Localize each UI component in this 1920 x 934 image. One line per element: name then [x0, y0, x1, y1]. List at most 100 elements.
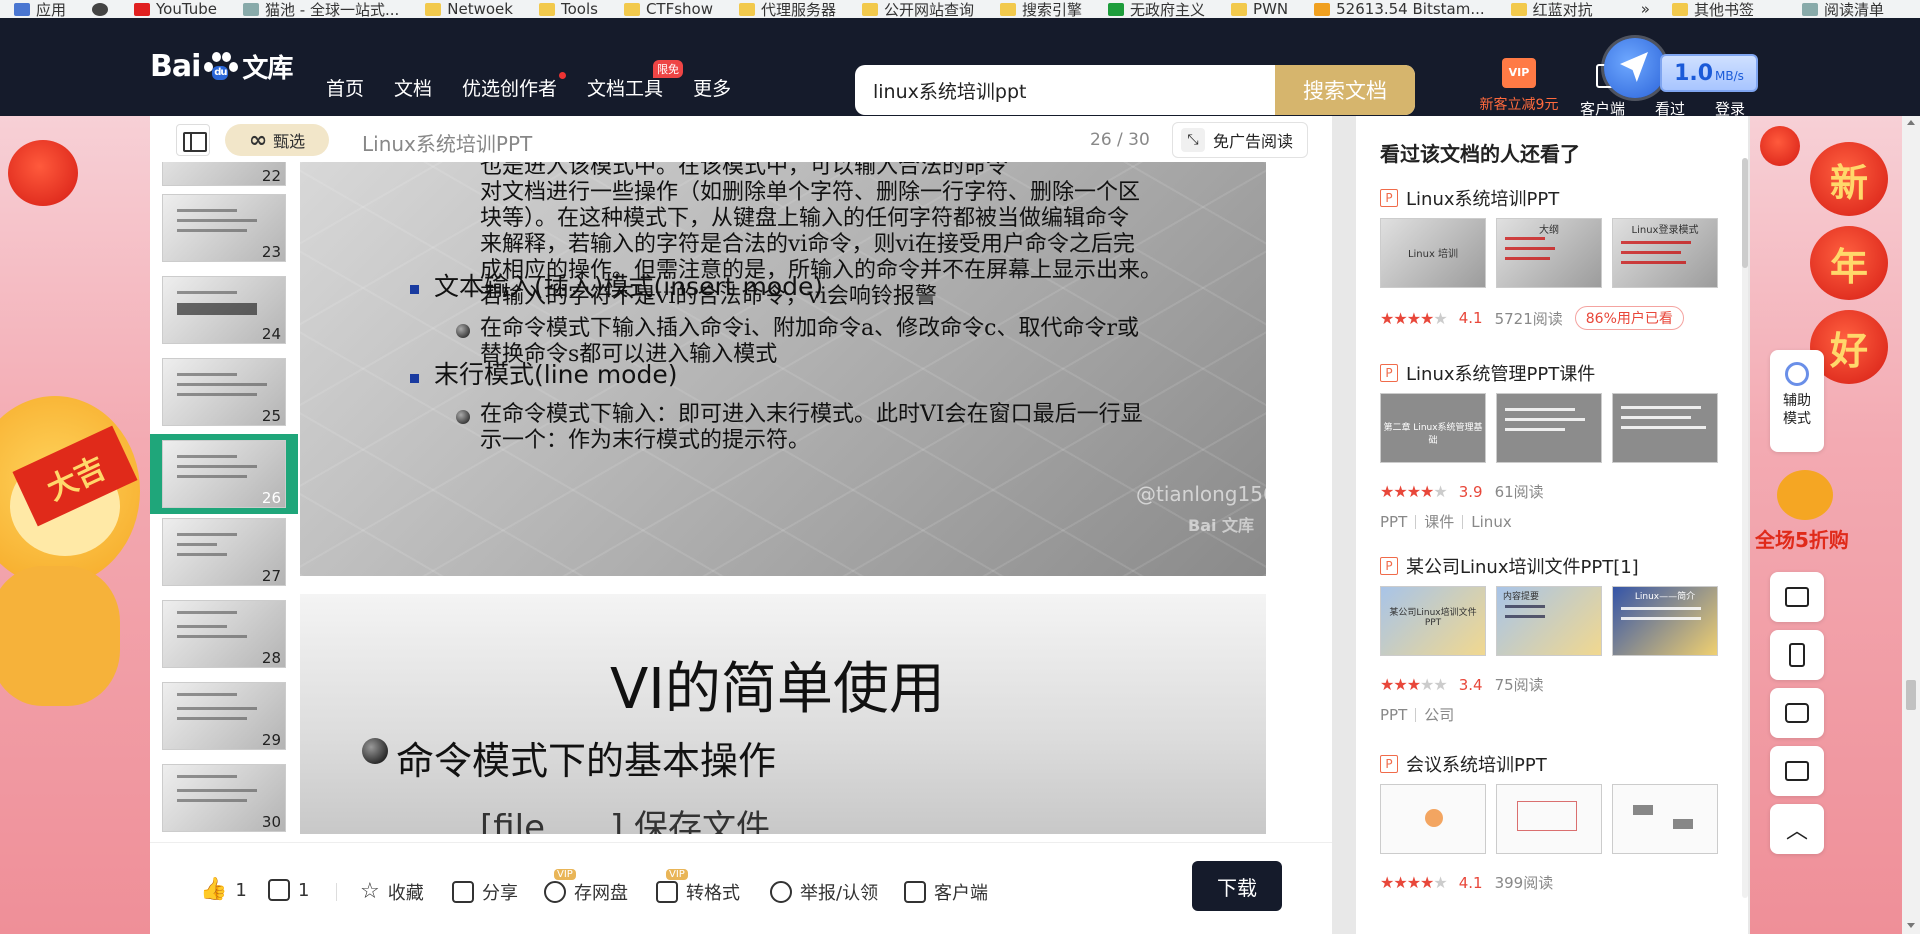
- like-button[interactable]: 👍 1: [200, 879, 247, 901]
- rec-thumbnail[interactable]: [1496, 784, 1602, 854]
- ppt-icon: P: [1380, 755, 1398, 773]
- rec-thumbnail[interactable]: [1612, 784, 1718, 854]
- accessibility-mode-button[interactable]: 辅助模式: [1770, 350, 1824, 452]
- tag-ppt[interactable]: PPT: [1380, 706, 1407, 724]
- report-icon: [770, 881, 792, 903]
- page-scrollbar[interactable]: [1902, 116, 1920, 934]
- thumbnail-29[interactable]: 29: [162, 682, 286, 750]
- bookmark-anarchism[interactable]: 无政府主义: [1108, 0, 1205, 18]
- ball-bullet-icon: [456, 410, 470, 424]
- bookmark-redblue[interactable]: 红蓝对抗: [1510, 0, 1593, 18]
- thumbnail-24[interactable]: 24: [162, 276, 286, 344]
- thumbnail-27[interactable]: 27: [162, 518, 286, 586]
- tag-company[interactable]: 公司: [1424, 704, 1454, 725]
- ad-free-reading-button[interactable]: ⤡ 免广告阅读: [1172, 122, 1308, 158]
- ppt-icon: P: [1380, 364, 1398, 382]
- slide-bullet-line-mode: 末行模式(line mode): [434, 360, 678, 389]
- nav-documents[interactable]: 文档: [394, 74, 432, 101]
- thumbnail-26-selected[interactable]: 26: [150, 434, 298, 514]
- bookmark-netwoek[interactable]: Netwoek: [425, 0, 513, 18]
- thumbnail-28[interactable]: 28: [162, 600, 286, 668]
- feedback-button[interactable]: [1770, 688, 1824, 738]
- bookmark-globe[interactable]: [92, 0, 109, 18]
- speed-indicator[interactable]: 1.0 MB/s: [1660, 54, 1758, 92]
- baidu-wenku-logo[interactable]: Bai du 文库: [150, 48, 293, 85]
- bookmark-public-sites[interactable]: 公开网站查询: [861, 0, 974, 18]
- folder-icon: [1231, 2, 1248, 16]
- other-bookmarks[interactable]: 其他书签: [1671, 0, 1754, 18]
- nav-doc-tools[interactable]: 文档工具 限免: [587, 60, 684, 101]
- client-button[interactable]: 客户端: [904, 879, 988, 905]
- recommendation-item[interactable]: P Linux系统培训PPT Linux 培训 大纲 Linux登录模式 ★★★★…: [1380, 186, 1720, 330]
- favorite-button[interactable]: ☆ 收藏: [360, 879, 424, 905]
- recommendation-item[interactable]: P Linux系统管理PPT课件 第二章 Linux系统管理基础 ★★★★★ 3.9…: [1380, 361, 1720, 531]
- expand-arrows-icon: ⤡: [1181, 128, 1205, 152]
- scroll-down-arrow-icon[interactable]: [1907, 923, 1915, 928]
- report-button[interactable]: 举报/认领: [770, 879, 878, 905]
- recommendation-item[interactable]: P 某公司Linux培训文件PPT[1] 某公司Linux培训文件 PPT 内容提…: [1380, 554, 1720, 724]
- new-user-promo[interactable]: VIP 新客立减9元: [1474, 58, 1564, 114]
- rec-thumbnail[interactable]: [1380, 784, 1486, 854]
- comment-button[interactable]: 1: [268, 879, 309, 901]
- lion-icon: [1777, 470, 1833, 520]
- bookmark-pwn[interactable]: PWN: [1231, 0, 1288, 18]
- thumbnail-25[interactable]: 25: [162, 358, 286, 426]
- bookmark-ctfshow[interactable]: CTFshow: [623, 0, 713, 18]
- rec-thumbnail[interactable]: Linux——简介: [1612, 586, 1718, 656]
- mobile-button[interactable]: [1770, 630, 1824, 680]
- back-to-top-button[interactable]: ︿: [1770, 804, 1824, 854]
- download-button[interactable]: 下载: [1192, 861, 1282, 911]
- scroll-thumb[interactable]: [1906, 680, 1916, 710]
- phone-icon: [1789, 643, 1805, 667]
- bookmark-tools[interactable]: Tools: [538, 0, 598, 18]
- ball-bullet-icon: [362, 738, 388, 764]
- recommendation-item[interactable]: P 会议系统培训PPT ★★★★★ 4.1 399阅读: [1380, 752, 1720, 892]
- chart-icon: [1314, 2, 1331, 16]
- rating-stars: ★★★★★: [1380, 675, 1448, 694]
- search-button[interactable]: 搜索文档: [1275, 65, 1415, 115]
- bookmark-youtube[interactable]: YouTube: [134, 0, 217, 18]
- document-title: Linux系统培训PPT: [362, 132, 533, 156]
- bookmark-proxy[interactable]: 代理服务器: [738, 0, 836, 18]
- bookmark-search-engines[interactable]: 搜索引擎: [1000, 0, 1082, 18]
- sidebar-toggle-icon[interactable]: [176, 124, 210, 156]
- tag-courseware[interactable]: 课件: [1424, 511, 1454, 532]
- bookmark-maochi[interactable]: 猫池 - 全球一站式...: [243, 0, 399, 18]
- bookmarks-more-button[interactable]: »: [1641, 0, 1650, 18]
- nav-home[interactable]: 首页: [326, 74, 364, 101]
- search-input[interactable]: [855, 65, 1290, 115]
- rec-thumbnail[interactable]: Linux登录模式: [1612, 218, 1718, 288]
- rec-thumbnail[interactable]: 大纲: [1496, 218, 1602, 288]
- youtube-icon: [134, 2, 151, 16]
- rec-thumbnail[interactable]: 内容提要: [1496, 586, 1602, 656]
- accessibility-icon: [1785, 362, 1809, 386]
- rec-thumbnail[interactable]: 第二章 Linux系统管理基础: [1380, 393, 1486, 463]
- rec-thumbnail[interactable]: [1496, 393, 1602, 463]
- share-button[interactable]: 分享: [452, 879, 518, 905]
- slide-cut-line: [file......] 保存文件: [480, 808, 770, 834]
- curated-badge[interactable]: ∞ 甄选: [225, 124, 329, 156]
- thumbnail-22[interactable]: 22: [162, 162, 286, 186]
- tag-linux[interactable]: Linux: [1471, 513, 1511, 531]
- convert-format-button[interactable]: VIP 转格式: [656, 869, 740, 905]
- rec-thumbnail[interactable]: 某公司Linux培训文件 PPT: [1380, 586, 1486, 656]
- scroll-up-arrow-icon[interactable]: [1907, 120, 1915, 125]
- reading-list[interactable]: 阅读清单: [1801, 0, 1884, 18]
- page-indicator: 26 / 30: [1090, 130, 1150, 150]
- bookmark-bitstamp[interactable]: 52613.54 Bitstam...: [1314, 0, 1485, 18]
- save-to-drive-button[interactable]: VIP 存网盘: [544, 869, 628, 905]
- thumbnail-30[interactable]: 30: [162, 764, 286, 832]
- recommendations-scrollbar[interactable]: [1742, 158, 1748, 898]
- nav-creators[interactable]: 优选创作者: [462, 72, 567, 101]
- slide-bullet-insert-mode: 文本输入(插入)模式(insert mode): [434, 272, 824, 301]
- rec-thumbnail[interactable]: [1612, 393, 1718, 463]
- tag-ppt[interactable]: PPT: [1380, 513, 1407, 531]
- services-button[interactable]: [1770, 746, 1824, 796]
- toolbox-button[interactable]: [1770, 572, 1824, 622]
- speed-widget-icon[interactable]: [1604, 38, 1666, 98]
- rec-thumbnail[interactable]: Linux 培训: [1380, 218, 1486, 288]
- bookmark-apps[interactable]: 应用: [14, 0, 66, 18]
- thumbnail-23[interactable]: 23: [162, 194, 286, 262]
- nav-more[interactable]: 更多: [693, 74, 731, 101]
- half-price-promo[interactable]: 全场5折购: [1755, 470, 1855, 552]
